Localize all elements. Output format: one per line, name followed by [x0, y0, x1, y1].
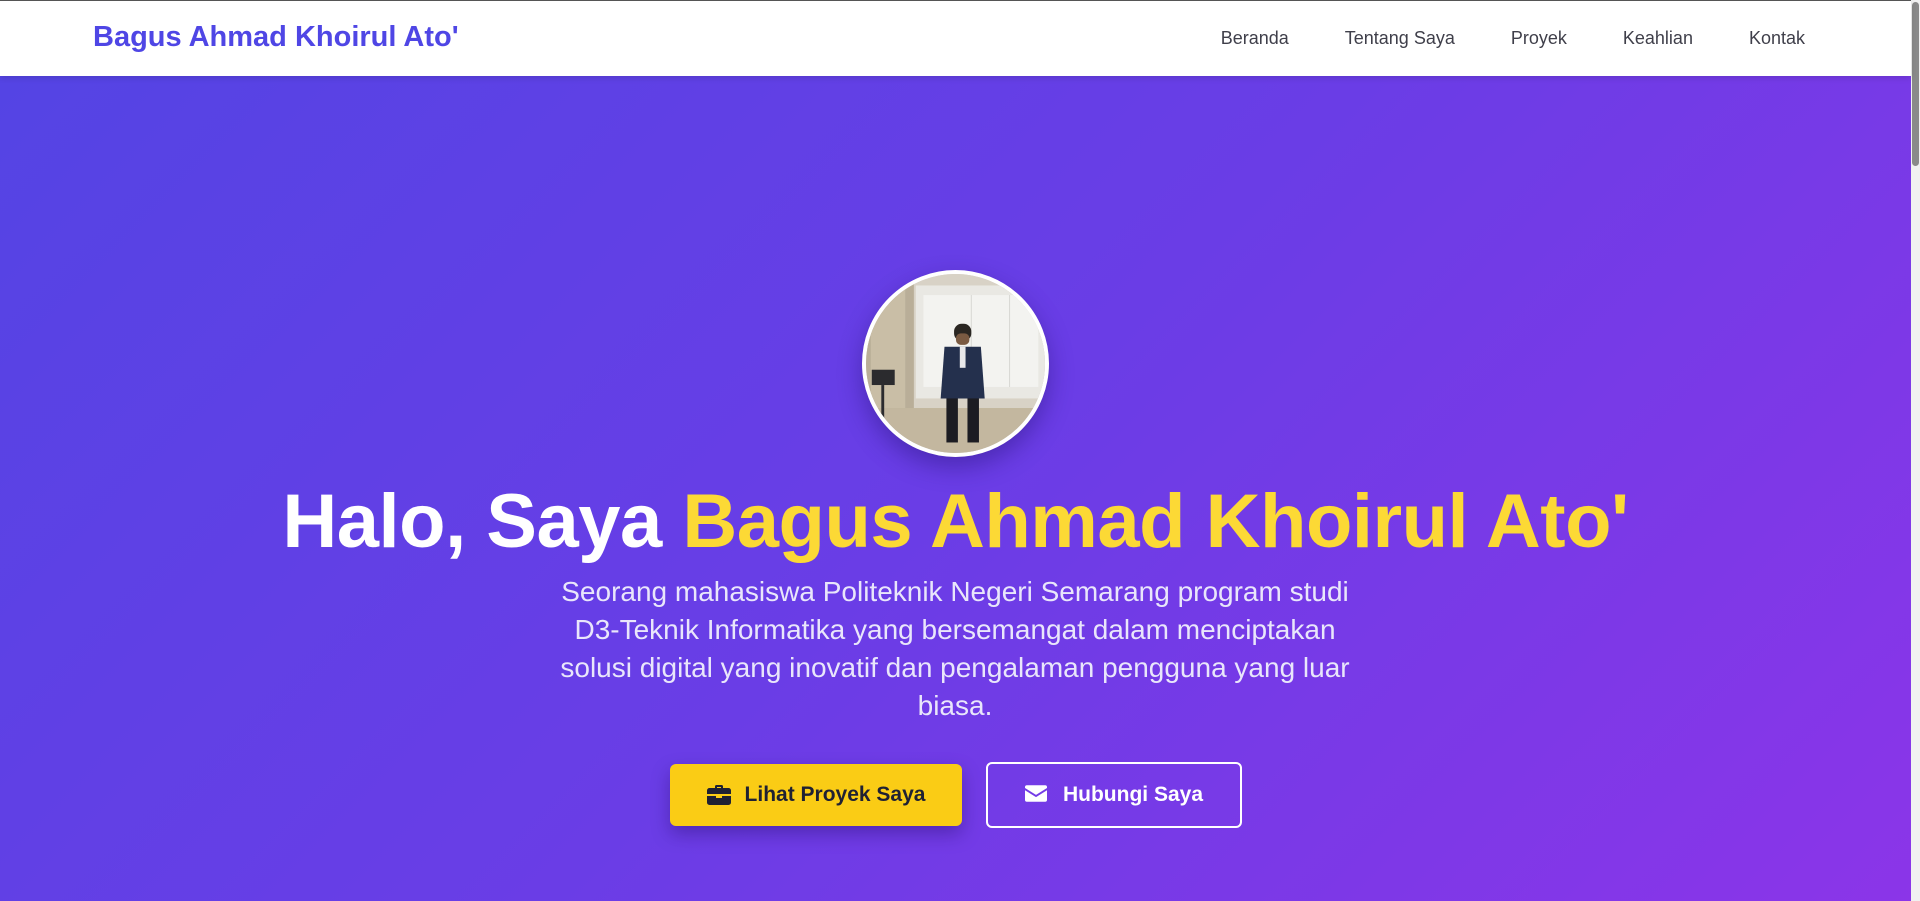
nav-links: Beranda Tentang Saya Proyek Keahlian Kon… [1221, 28, 1805, 49]
profile-photo [866, 274, 1045, 453]
envelope-icon [1024, 785, 1049, 805]
hero-title: Halo, Saya Bagus Ahmad Khoirul Ato' [0, 478, 1911, 565]
contact-me-label: Hubungi Saya [1062, 783, 1204, 806]
nav-link-proyek[interactable]: Proyek [1511, 28, 1567, 49]
briefcase-icon [706, 785, 731, 805]
hero-title-greeting: Halo, Saya [282, 479, 683, 564]
hero-title-name: Bagus Ahmad Khoirul Ato' [682, 479, 1629, 564]
profile-avatar [862, 270, 1049, 457]
page-scrollbar[interactable] [1911, 0, 1920, 901]
hero-description: Seorang mahasiswa Politeknik Negeri Sema… [560, 576, 1350, 721]
brand-logo-link[interactable]: Bagus Ahmad Khoirul Ato' [93, 21, 459, 54]
navbar: Bagus Ahmad Khoirul Ato' Beranda Tentang… [0, 0, 1911, 76]
nav-link-kontak[interactable]: Kontak [1749, 28, 1805, 49]
nav-link-beranda[interactable]: Beranda [1221, 28, 1289, 49]
contact-me-button[interactable]: Hubungi Saya [986, 762, 1242, 828]
nav-link-keahlian[interactable]: Keahlian [1623, 28, 1693, 49]
nav-link-tentang-saya[interactable]: Tentang Saya [1345, 28, 1455, 49]
view-projects-button[interactable]: Lihat Proyek Saya [670, 764, 962, 826]
scrollbar-thumb[interactable] [1912, 2, 1919, 166]
view-projects-label: Lihat Proyek Saya [744, 783, 926, 806]
